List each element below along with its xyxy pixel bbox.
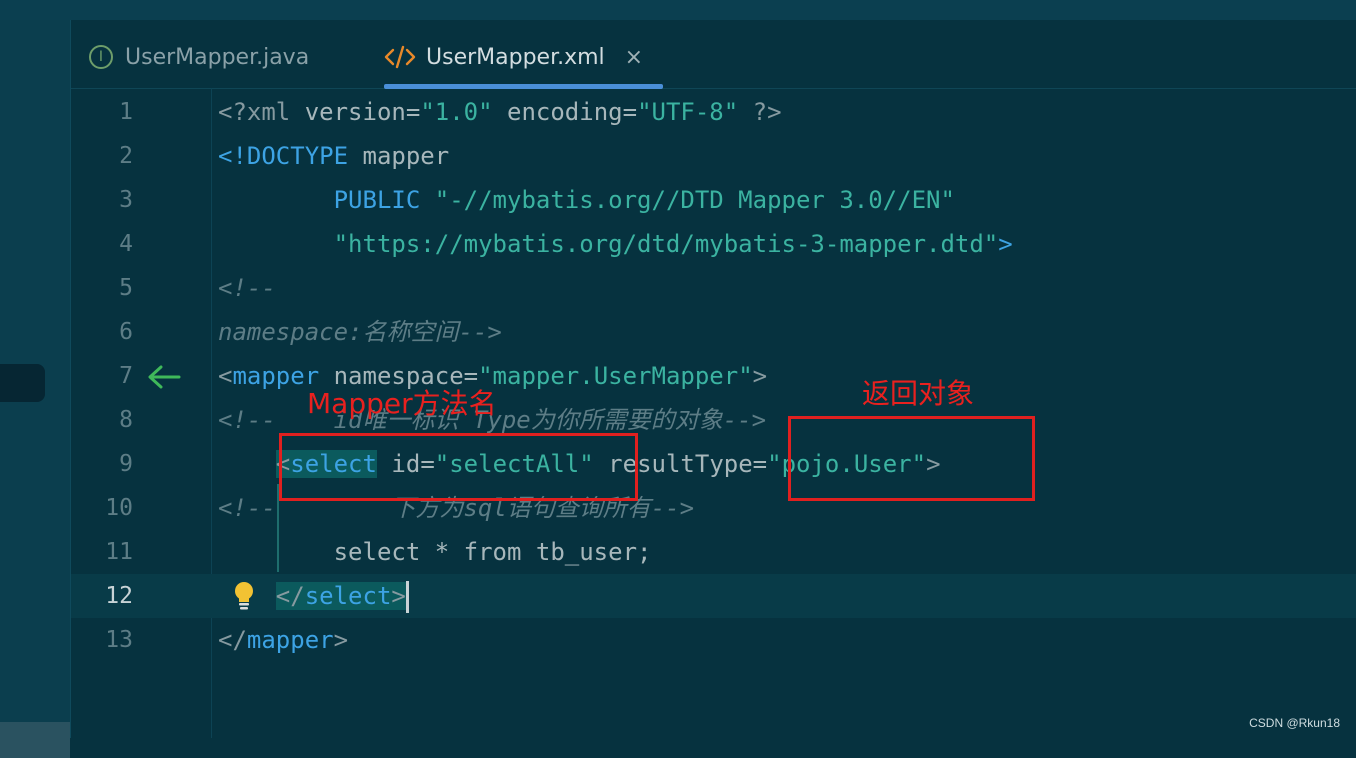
- xml-icon: [384, 45, 416, 69]
- line-number: 1: [119, 99, 133, 125]
- code-line[interactable]: 9 <select id="selectAll" resultType="poj…: [71, 442, 1356, 486]
- code-line[interactable]: 7 <mapper namespace="mapper.UserMapper">: [71, 354, 1356, 398]
- line-number: 13: [105, 627, 133, 653]
- side-panel-footer: [0, 722, 70, 758]
- code-text: select * from tb_user;: [218, 530, 652, 574]
- return-object-annotation: 返回对象: [862, 377, 975, 410]
- line-number: 3: [119, 187, 133, 213]
- code-text: <?xml version="1.0" encoding="UTF-8" ?>: [218, 90, 782, 134]
- code-line[interactable]: 12 </select>: [71, 574, 1356, 618]
- text-caret: [405, 581, 409, 613]
- code-token: >: [752, 362, 768, 390]
- code-token: <!DOCTYPE: [218, 142, 349, 170]
- line-number: 5: [119, 275, 133, 301]
- code-text: "https://mybatis.org/dtd/mybatis-3-mappe…: [218, 222, 1013, 266]
- line-number: 7: [119, 363, 133, 389]
- code-line[interactable]: 11 select * from tb_user;: [71, 530, 1356, 574]
- code-line[interactable]: 10 <!-- 下方为sql语句查询所有-->: [71, 486, 1356, 530]
- code-token: encoding: [492, 98, 623, 126]
- code-token: select: [304, 582, 392, 610]
- code-token: ?>: [738, 98, 782, 126]
- code-line[interactable]: 8 <!-- id唯一标识 Type为你所需要的对象-->: [71, 398, 1356, 442]
- tab-usermapper-xml[interactable]: UserMapper.xml ×: [384, 42, 643, 72]
- code-token: >: [391, 582, 406, 610]
- code-token: <?xml: [218, 98, 305, 126]
- line-number: 8: [119, 407, 133, 433]
- code-token: namespace:名称空间-->: [218, 318, 502, 346]
- code-token: =: [405, 98, 421, 126]
- code-text: <!--: [218, 266, 276, 310]
- line-number: 2: [119, 143, 133, 169]
- code-token: "mapper.UserMapper": [478, 362, 753, 390]
- code-line[interactable]: 1 <?xml version="1.0" encoding="UTF-8" ?>: [71, 90, 1356, 134]
- line-number: 10: [105, 495, 133, 521]
- close-icon[interactable]: ×: [625, 45, 643, 70]
- code-token: select * from tb_user;: [218, 538, 652, 566]
- code-editor[interactable]: 1 <?xml version="1.0" encoding="UTF-8" ?>…: [71, 88, 1356, 738]
- code-token: version: [304, 98, 406, 126]
- interface-icon: I: [89, 45, 113, 69]
- code-token: "https://mybatis.org/dtd/mybatis-3-mappe…: [333, 230, 999, 258]
- editor-tab-bar: I UserMapper.java UserMapper.xml ×: [71, 20, 1356, 89]
- line-number: 6: [119, 319, 133, 345]
- code-token: "-//mybatis.org//DTD Mapper 3.0//EN": [434, 186, 955, 214]
- code-token: </: [218, 626, 247, 654]
- code-line[interactable]: 5 <!--: [71, 266, 1356, 310]
- code-text: <!DOCTYPE mapper: [218, 134, 449, 178]
- side-tool-tab[interactable]: [0, 364, 45, 402]
- code-token: mapper: [348, 142, 450, 170]
- code-token: =: [752, 450, 768, 478]
- code-line[interactable]: 4 "https://mybatis.org/dtd/mybatis-3-map…: [71, 222, 1356, 266]
- code-line[interactable]: 2 <!DOCTYPE mapper: [71, 134, 1356, 178]
- code-token: <!--: [218, 274, 276, 302]
- code-line[interactable]: 6 namespace:名称空间-->: [71, 310, 1356, 354]
- line-number: 12: [105, 583, 133, 609]
- window-top-strip: [0, 0, 1356, 20]
- code-token: <: [218, 362, 233, 390]
- code-line[interactable]: 13 </mapper>: [71, 618, 1356, 662]
- code-token: >: [333, 626, 349, 654]
- method-name-annotation: Mapper方法名: [307, 387, 497, 420]
- code-token: PUBLIC: [333, 186, 421, 214]
- navigate-to-interface-icon[interactable]: [147, 364, 181, 390]
- result-type-highlight-box: [788, 416, 1035, 501]
- tab-label: UserMapper.java: [125, 44, 310, 70]
- line-number: 4: [119, 231, 133, 257]
- tab-label: UserMapper.xml: [426, 44, 605, 70]
- left-tool-panel: [0, 20, 71, 758]
- code-text: namespace:名称空间-->: [218, 310, 502, 354]
- code-token: "UTF-8": [637, 98, 739, 126]
- tab-usermapper-java[interactable]: I UserMapper.java: [89, 42, 309, 72]
- code-text: </mapper>: [218, 618, 348, 662]
- code-line[interactable]: 3 PUBLIC "-//mybatis.org//DTD Mapper 3.0…: [71, 178, 1356, 222]
- line-number: 9: [119, 451, 133, 477]
- code-token: mapper: [246, 626, 334, 654]
- code-token: >: [998, 230, 1013, 258]
- lightbulb-icon[interactable]: [232, 580, 256, 612]
- code-token: </: [275, 582, 305, 610]
- line-number: 11: [105, 539, 133, 565]
- code-text: PUBLIC "-//mybatis.org//DTD Mapper 3.0//…: [218, 178, 955, 222]
- code-token: =: [622, 98, 638, 126]
- watermark: CSDN @Rkun18: [1249, 716, 1340, 730]
- code-token: "1.0": [420, 98, 493, 126]
- method-name-highlight-box: [279, 433, 638, 501]
